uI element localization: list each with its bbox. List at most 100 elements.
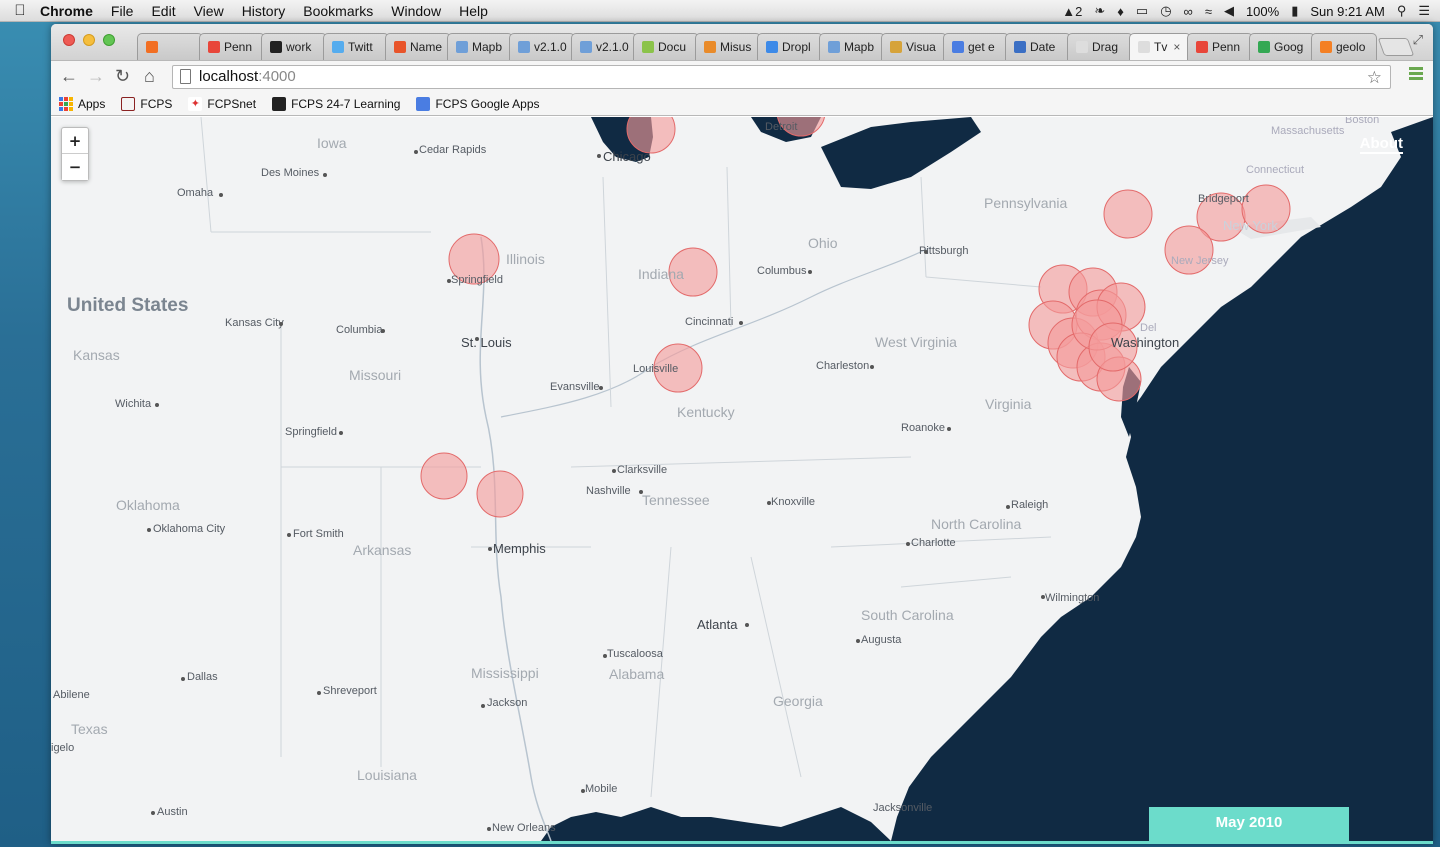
notification-center-icon[interactable]: ☰ (1418, 3, 1430, 19)
stackoverflow-icon (1320, 41, 1332, 53)
fullscreen-icon[interactable]: ⤢ (1413, 32, 1423, 48)
apple-menu-icon[interactable]:  (0, 2, 40, 19)
timeline-bar[interactable] (51, 841, 1433, 844)
state-label: Ohio (808, 235, 838, 251)
tab-close-icon[interactable]: × (1173, 40, 1180, 54)
browser-tab[interactable]: Date (1005, 33, 1071, 60)
bookmark-fcps-learning[interactable]: FCPS 24-7 Learning (272, 96, 400, 111)
wifi-icon[interactable]: ≈ (1205, 4, 1212, 19)
forward-button[interactable]: → (87, 66, 105, 87)
browser-tab[interactable]: Twitt (323, 33, 389, 60)
browser-tab[interactable]: Mapb (819, 33, 885, 60)
city-label: Evansville (550, 381, 600, 393)
city-label: Jackson (487, 697, 528, 709)
browser-tab[interactable]: Name (385, 33, 451, 60)
browser-tab[interactable] (137, 33, 203, 60)
bookmarks-bar: Apps FCPS ✦ FCPSnet FCPS 24-7 Learning F… (51, 92, 1433, 116)
menu-bookmarks[interactable]: Bookmarks (303, 3, 373, 19)
dropbox-icon (766, 41, 778, 53)
clock[interactable]: Sun 9:21 AM (1310, 4, 1384, 19)
tab-label: Visua (906, 40, 936, 54)
city-label: Washington (1111, 335, 1180, 350)
zoom-in-button[interactable]: + (62, 128, 88, 154)
menu-window[interactable]: Window (391, 3, 441, 19)
spotlight-search-icon[interactable]: ⚲ (1397, 3, 1407, 19)
bookmark-star-icon[interactable]: ☆ (1367, 67, 1382, 89)
city-label: Pittsburgh (919, 245, 969, 257)
state-label: Texas (71, 721, 108, 737)
battery-icon[interactable]: ▮ (1291, 3, 1298, 19)
city-label: Charlotte (911, 537, 956, 549)
window-minimize-button[interactable] (83, 34, 95, 46)
bookmark-fcpsnet[interactable]: ✦ FCPSnet (188, 96, 257, 111)
state-label: Connecticut (1246, 164, 1305, 176)
country-label: United States (67, 295, 189, 316)
address-bar[interactable]: localhost:4000 ☆ (172, 65, 1391, 89)
tweet-marker[interactable] (1103, 189, 1153, 239)
browser-tab[interactable]: geolo (1311, 33, 1377, 60)
tab-label: Tv (1154, 40, 1168, 54)
time-machine-icon[interactable]: ◷ (1160, 3, 1171, 19)
bookmark-label: FCPS Google Apps (435, 96, 540, 111)
browser-tab[interactable]: Drag (1067, 33, 1133, 60)
state-label: Kentucky (677, 404, 735, 420)
tweet-marker[interactable] (420, 452, 468, 500)
window-close-button[interactable] (63, 34, 75, 46)
tab-label: Name (410, 40, 443, 54)
city-label: Chicago (603, 149, 651, 164)
notification-bell-icon[interactable]: ♦ (1117, 4, 1124, 19)
city-label: Mobile (585, 783, 618, 795)
reload-button[interactable]: ↻ (115, 66, 130, 87)
status-area: ▲2 ❧ ♦ ▭ ◷ ∞ ≈ ◀ 100% ▮ Sun 9:21 AM ⚲ ☰ (1062, 0, 1430, 22)
browser-tab[interactable]: Tv × (1129, 33, 1191, 60)
browser-tab[interactable]: work (261, 33, 327, 60)
browser-tab[interactable]: Goog (1249, 33, 1315, 60)
bluetooth-icon[interactable]: ∞ (1184, 4, 1193, 19)
browser-tab[interactable]: get e (943, 33, 1009, 60)
browser-tab[interactable]: v2.1.0 (571, 33, 637, 60)
menu-edit[interactable]: Edit (151, 3, 175, 19)
browser-tab[interactable]: Visua (881, 33, 947, 60)
browser-tab[interactable]: Penn (1187, 33, 1253, 60)
browser-tab[interactable]: v2.1.0 (509, 33, 575, 60)
tab-label: Penn (224, 40, 253, 54)
browser-window: Penn work Twitt Name Mapb v2.1.0 v2.1.0 Docu Mis… (51, 24, 1433, 844)
volume-icon[interactable]: ◀ (1224, 3, 1234, 19)
menu-history[interactable]: History (242, 3, 286, 19)
zoom-out-button[interactable]: − (62, 154, 88, 180)
new-tab-button[interactable] (1377, 38, 1415, 56)
about-link[interactable]: About (1359, 135, 1403, 154)
city-label: Roanoke (901, 422, 946, 434)
bookmark-fcps[interactable]: FCPS (121, 96, 172, 111)
browser-tab[interactable]: Dropl (757, 33, 823, 60)
airplay-icon[interactable]: ▭ (1136, 3, 1148, 19)
home-button[interactable]: ⌂ (144, 66, 155, 87)
menu-file[interactable]: File (111, 3, 134, 19)
bookmark-google-apps[interactable]: FCPS Google Apps (416, 96, 540, 111)
bookmark-apps[interactable]: Apps (59, 96, 105, 111)
adobe-icon[interactable]: ▲2 (1062, 4, 1082, 19)
browser-tab[interactable]: Misus (695, 33, 761, 60)
tab-label: Mapb (472, 40, 503, 54)
bookmark-label: FCPSnet (207, 96, 257, 111)
pen-icon (704, 41, 716, 53)
browser-tab[interactable]: Mapb (447, 33, 513, 60)
browser-tab[interactable]: Docu (633, 33, 699, 60)
menu-help[interactable]: Help (459, 3, 488, 19)
city-label: Cincinnati (685, 316, 734, 328)
date-icon (1014, 41, 1026, 53)
menu-view[interactable]: View (194, 3, 224, 19)
chrome-menu-button[interactable] (1409, 67, 1423, 82)
twitter-status-icon[interactable]: ❧ (1094, 3, 1105, 19)
tweet-marker[interactable] (476, 470, 524, 518)
browser-tab[interactable]: Penn (199, 33, 265, 60)
window-maximize-button[interactable] (103, 34, 115, 46)
page-icon (1076, 41, 1088, 53)
back-button[interactable]: ← (60, 66, 78, 87)
city-label: Nashville (586, 485, 631, 497)
state-label: Kansas (73, 347, 120, 363)
tab-label: Twitt (348, 40, 373, 54)
app-menu[interactable]: Chrome (40, 3, 93, 19)
state-label: Illinois (506, 251, 545, 267)
map-viewport[interactable]: United States Iowa Illinois Indiana Ohio… (51, 117, 1433, 841)
